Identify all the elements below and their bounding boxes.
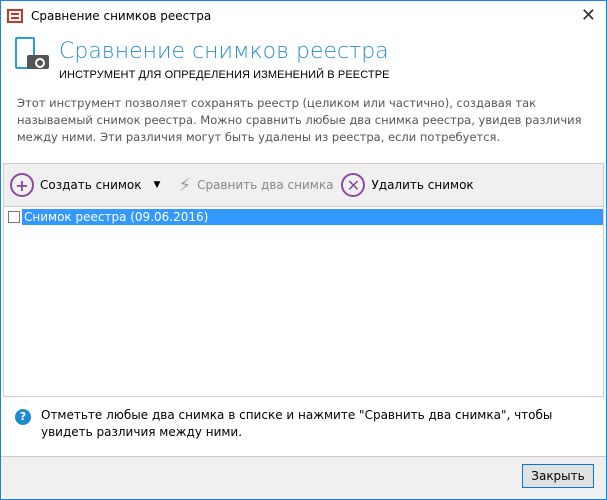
close-button[interactable]: Закрыть <box>522 464 594 488</box>
window: Сравнение снимков реестра ✕ Сравнение сн… <box>0 0 607 500</box>
plus-icon: + <box>10 173 34 197</box>
window-title: Сравнение снимков реестра <box>31 9 212 23</box>
create-snapshot-button[interactable]: + Создать снимок ▼ <box>10 173 170 197</box>
info-hint: ? Отметьте любые два снимка в списке и н… <box>15 407 581 441</box>
compare-snapshots-button[interactable]: ⚡ Сравнить два снимка <box>178 175 333 196</box>
footer: Закрыть <box>1 456 606 499</box>
lightning-icon: ⚡ <box>178 174 192 196</box>
chevron-down-icon[interactable]: ▼ <box>154 180 161 190</box>
info-text: Отметьте любые два снимка в списке и наж… <box>41 408 553 439</box>
toolbar: + Создать снимок ▼ ⚡ Сравнить два снимка… <box>3 163 604 207</box>
snapshot-checkbox[interactable] <box>8 211 20 223</box>
snapshot-label[interactable]: Снимок реестра (09.06.2016) <box>22 209 603 225</box>
app-icon <box>7 9 23 23</box>
create-snapshot-label: Создать снимок <box>40 178 142 192</box>
delete-snapshot-button[interactable]: ✕ Удалить снимок <box>341 173 474 197</box>
delete-snapshot-label: Удалить снимок <box>371 178 474 192</box>
description: Этот инструмент позволяет сохранять реес… <box>17 96 582 144</box>
title-bar: Сравнение снимков реестра ✕ <box>1 1 606 31</box>
page-title: Сравнение снимков реестра <box>59 39 389 64</box>
compare-snapshots-label: Сравнить два снимка <box>197 178 334 192</box>
page-subtitle: ИНСТРУМЕНТ ДЛЯ ОПРЕДЕЛЕНИЯ ИЗМЕНЕНИЙ В Р… <box>59 69 390 81</box>
close-icon[interactable]: ✕ <box>581 5 596 26</box>
snapshot-list[interactable]: Снимок реестра (09.06.2016) <box>3 207 604 397</box>
header: Сравнение снимков реестра <box>15 37 389 73</box>
registry-snapshot-icon <box>15 37 49 73</box>
delete-icon: ✕ <box>341 173 366 197</box>
help-icon: ? <box>15 409 31 425</box>
list-item[interactable]: Снимок реестра (09.06.2016) <box>4 209 603 225</box>
